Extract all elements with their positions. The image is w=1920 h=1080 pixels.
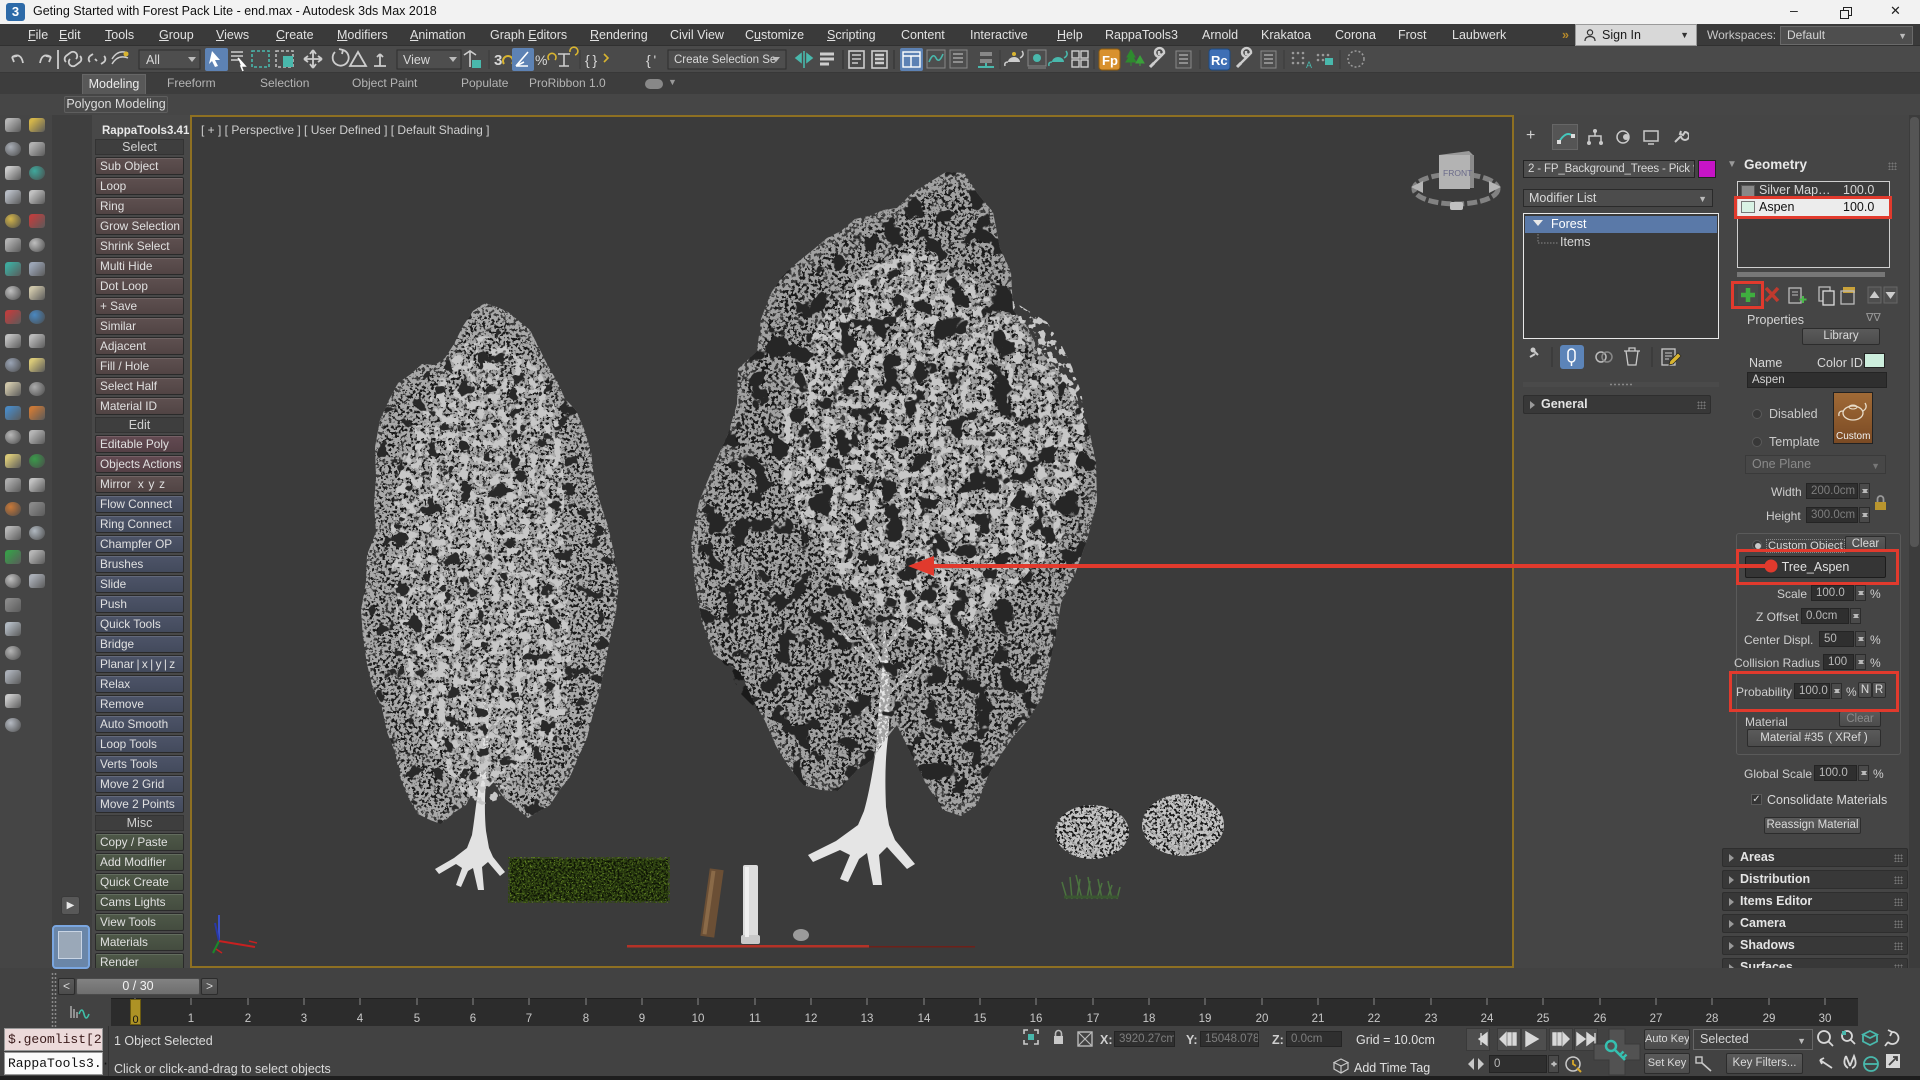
svg-text:22: 22 — [1368, 1013, 1381, 1025]
svg-text:21: 21 — [1312, 1013, 1325, 1025]
svg-text:{ ʹ: { ʹ — [646, 52, 656, 68]
svg-text:20: 20 — [1256, 1013, 1269, 1025]
svg-text:1: 1 — [188, 1013, 194, 1025]
svg-text:7: 7 — [526, 1013, 532, 1025]
svg-text:30: 30 — [1819, 1013, 1832, 1025]
svg-text:11: 11 — [749, 1013, 761, 1025]
svg-text:2: 2 — [245, 1013, 251, 1025]
svg-text:{ }: { } — [585, 52, 597, 68]
svg-text:3: 3 — [494, 52, 502, 69]
svg-text:17: 17 — [1087, 1013, 1100, 1025]
svg-text:29: 29 — [1763, 1013, 1776, 1025]
svg-text:A: A — [1306, 60, 1312, 70]
svg-text:%: % — [535, 52, 547, 68]
svg-text:18: 18 — [1143, 1013, 1156, 1025]
svg-text:24: 24 — [1481, 1013, 1494, 1025]
svg-text:View: View — [403, 53, 431, 67]
svg-text:27: 27 — [1650, 1013, 1663, 1025]
svg-text:9: 9 — [639, 1013, 645, 1025]
svg-text:19: 19 — [1199, 1013, 1212, 1025]
svg-text:10: 10 — [692, 1013, 705, 1025]
svg-text:16: 16 — [1030, 1013, 1043, 1025]
svg-text:[ + ] [ Perspective ] [ User D: [ + ] [ Perspective ] [ User Defined ] [… — [201, 123, 489, 137]
svg-text:3: 3 — [301, 1013, 307, 1025]
svg-text:12: 12 — [805, 1013, 818, 1025]
svg-text:Rc: Rc — [1211, 53, 1228, 68]
svg-text:FRONT: FRONT — [1443, 168, 1472, 178]
svg-text:25: 25 — [1537, 1013, 1550, 1025]
svg-text:6: 6 — [470, 1013, 476, 1025]
svg-text:8: 8 — [583, 1013, 589, 1025]
svg-text:5: 5 — [414, 1013, 420, 1025]
svg-text:13: 13 — [861, 1013, 874, 1025]
svg-text:4: 4 — [357, 1013, 364, 1025]
svg-text:Create Selection Se: Create Selection Se — [674, 54, 776, 66]
svg-text:All: All — [146, 53, 160, 67]
svg-text:15: 15 — [974, 1013, 987, 1025]
svg-text:28: 28 — [1706, 1013, 1719, 1025]
svg-text:14: 14 — [918, 1013, 931, 1025]
svg-text:23: 23 — [1425, 1013, 1438, 1025]
svg-text:26: 26 — [1594, 1013, 1607, 1025]
svg-text:Fp: Fp — [1102, 53, 1118, 68]
